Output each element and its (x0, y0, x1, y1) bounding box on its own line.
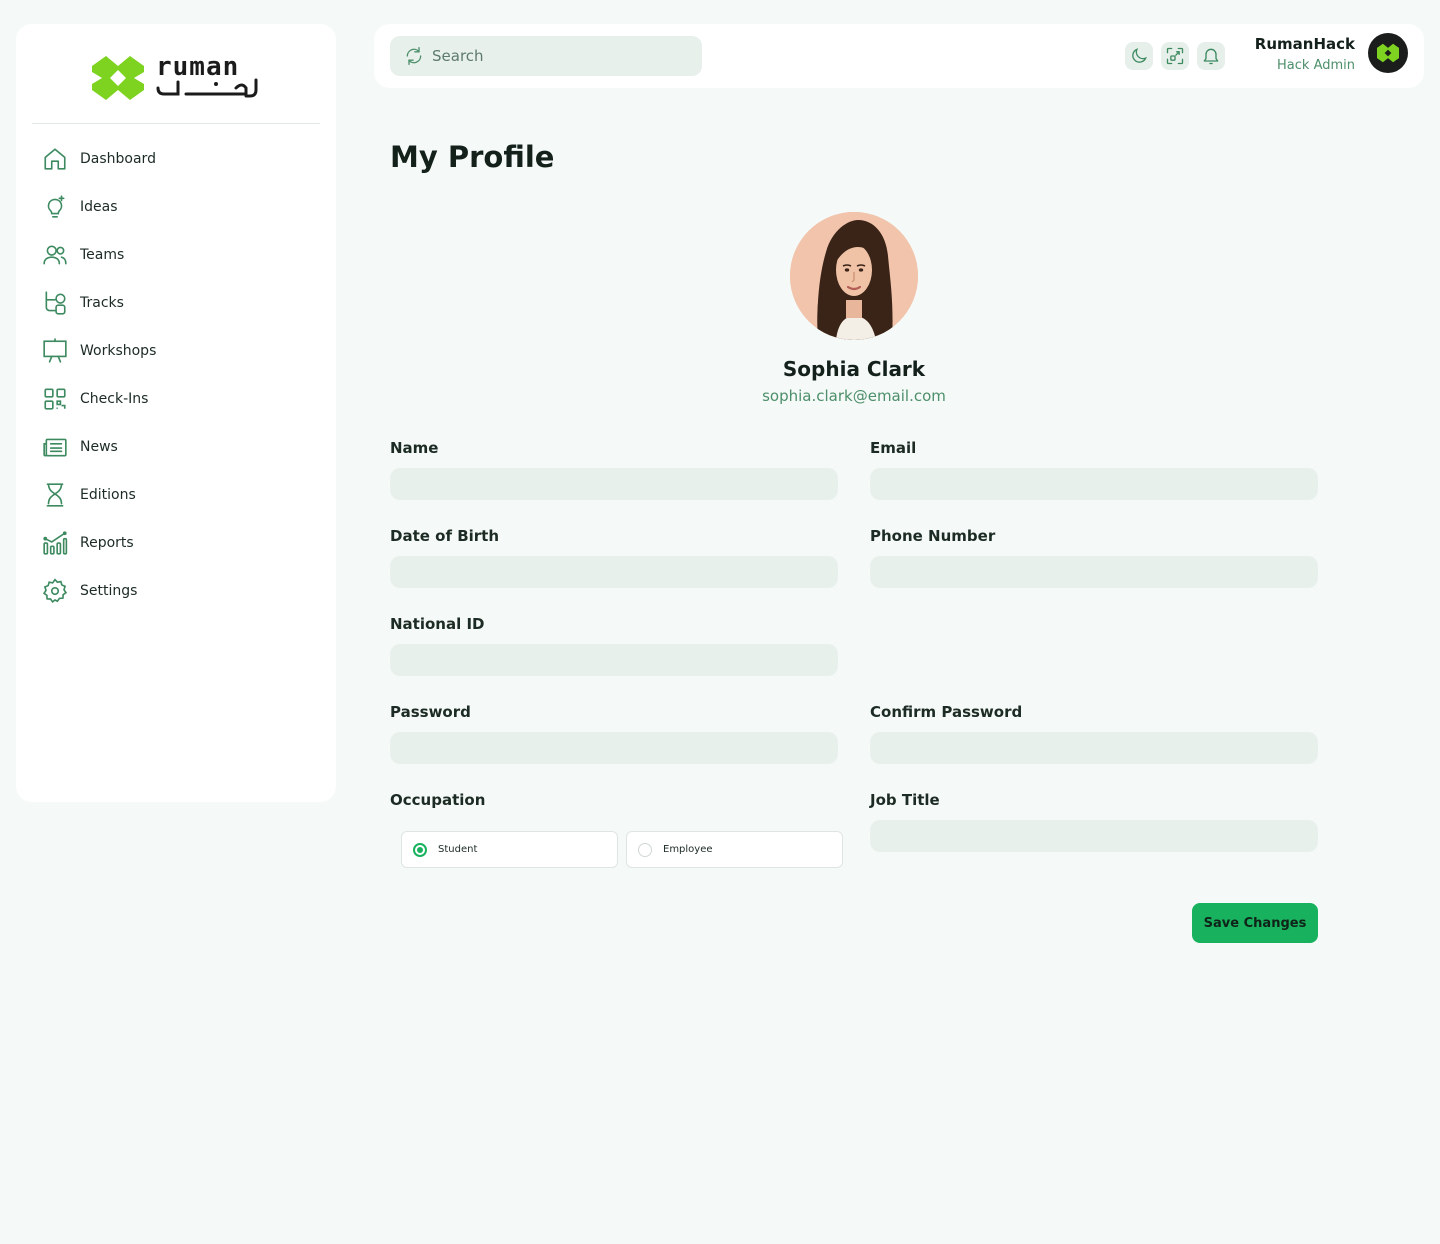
sidebar-item-label: Workshops (80, 343, 157, 359)
radio-label: Employee (663, 844, 713, 855)
sidebar-item-label: Tracks (80, 295, 124, 311)
search-input[interactable] (432, 47, 682, 65)
sidebar-item-label: Settings (80, 583, 138, 599)
radio-label: Student (438, 844, 478, 855)
sidebar-item-check-ins[interactable]: Check-Ins (42, 375, 310, 423)
sidebar-item-label: Teams (80, 247, 125, 263)
occupation-option-employee[interactable]: Employee (626, 831, 843, 868)
sidebar-item-teams[interactable]: Teams (42, 231, 310, 279)
search-bar[interactable] (390, 36, 702, 76)
page-title: My Profile (390, 140, 555, 174)
fullscreen-button[interactable] (1161, 42, 1189, 70)
profile-email: sophia.clark@email.com (762, 387, 946, 405)
sidebar-nav: Dashboard Ideas Teams Tracks Workshops C… (42, 135, 310, 615)
job-title-field[interactable] (870, 820, 1318, 852)
ruman-mark-icon (1377, 43, 1399, 63)
sidebar-item-label: Check-Ins (80, 391, 149, 407)
radio-button-selected[interactable] (413, 842, 427, 857)
radio-button[interactable] (638, 842, 652, 857)
sidebar-item-ideas[interactable]: Ideas (42, 183, 310, 231)
home-icon (42, 146, 68, 172)
occupation-label: Occupation (390, 791, 486, 809)
sidebar-divider (32, 123, 320, 124)
route-icon (42, 290, 68, 316)
logo-arabic-wordmark (156, 78, 258, 98)
users-icon (42, 242, 68, 268)
sidebar-item-label: Editions (80, 487, 136, 503)
email-label: Email (870, 439, 917, 457)
national-id-field[interactable] (390, 644, 838, 676)
notifications-button[interactable] (1197, 42, 1225, 70)
moon-icon (1132, 48, 1147, 63)
job-title-label: Job Title (870, 791, 940, 809)
profile-portrait (790, 212, 918, 340)
presentation-icon (42, 338, 68, 364)
expand-icon (1166, 47, 1184, 65)
profile-avatar[interactable] (790, 212, 918, 340)
sidebar-item-workshops[interactable]: Workshops (42, 327, 310, 375)
sidebar-item-settings[interactable]: Settings (42, 567, 310, 615)
profile-name: Sophia Clark (782, 357, 926, 381)
name-label: Name (390, 439, 439, 457)
lightbulb-icon (42, 194, 68, 220)
sidebar-item-tracks[interactable]: Tracks (42, 279, 310, 327)
phone-label: Phone Number (870, 527, 996, 545)
national-id-label: National ID (390, 615, 485, 633)
password-field[interactable] (390, 732, 838, 764)
dob-field[interactable] (390, 556, 838, 588)
top-header: RumanHack Hack Admin (374, 24, 1424, 88)
bar-chart-icon (42, 530, 68, 556)
password-label: Password (390, 703, 471, 721)
confirm-password-field[interactable] (870, 732, 1318, 764)
sidebar: ruman Dashboard Ideas Teams Tracks Works… (16, 24, 336, 802)
save-changes-button[interactable]: Save Changes (1192, 903, 1318, 943)
confirm-password-label: Confirm Password (870, 703, 1023, 721)
sidebar-item-editions[interactable]: Editions (42, 471, 310, 519)
sidebar-item-news[interactable]: News (42, 423, 310, 471)
sidebar-item-dashboard[interactable]: Dashboard (42, 135, 310, 183)
sidebar-item-label: Dashboard (80, 151, 156, 167)
gear-icon (42, 578, 68, 604)
sidebar-item-label: News (80, 439, 118, 455)
sidebar-item-reports[interactable]: Reports (42, 519, 310, 567)
dark-mode-button[interactable] (1125, 42, 1153, 70)
sidebar-item-label: Reports (80, 535, 134, 551)
user-name: RumanHack (1254, 35, 1355, 53)
email-field[interactable] (870, 468, 1318, 500)
newspaper-icon (42, 434, 68, 460)
ruman-logo[interactable]: ruman (92, 52, 262, 100)
phone-field[interactable] (870, 556, 1318, 588)
ruman-logo-mark (92, 56, 144, 100)
sidebar-item-label: Ideas (80, 199, 118, 215)
refresh-icon (406, 47, 422, 66)
occupation-option-student[interactable]: Student (401, 831, 618, 868)
name-field[interactable] (390, 468, 838, 500)
dob-label: Date of Birth (390, 527, 500, 545)
bell-icon (1203, 48, 1219, 65)
qr-code-icon (42, 386, 68, 412)
user-role: Hack Admin (1277, 58, 1355, 73)
user-avatar[interactable] (1368, 33, 1408, 73)
trophy-icon (42, 482, 68, 508)
